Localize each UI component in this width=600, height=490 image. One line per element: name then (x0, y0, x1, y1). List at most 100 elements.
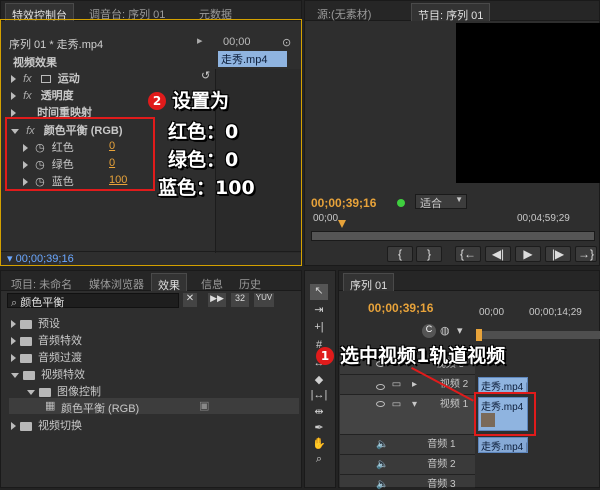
speaker-icon[interactable]: 🔈 (376, 459, 388, 470)
timeline-playhead-icon[interactable] (476, 329, 482, 341)
effect-color-balance-label: 颜色平衡 (RGB) (43, 125, 123, 137)
effect-time-remap[interactable]: 时间重映射 (11, 104, 92, 120)
expand-icon[interactable]: ▸ (412, 379, 417, 390)
effect-color-balance[interactable]: fx 颜色平衡 (RGB) (11, 122, 123, 138)
fx-icon: fx (26, 125, 35, 137)
clip-video1[interactable]: 走秀.mp4 (478, 397, 528, 431)
expand-icon[interactable] (11, 109, 16, 118)
mark-in-button[interactable]: { (387, 246, 413, 262)
tree-image-control[interactable]: 图像控制 (27, 383, 101, 399)
go-to-out-button[interactable]: →} (575, 246, 597, 262)
tab-sequence[interactable]: 序列 01 (343, 273, 395, 292)
expand-icon[interactable] (11, 422, 16, 431)
fit-dropdown-value: 适合 (420, 198, 442, 210)
selection-tool-icon[interactable]: ↖ (310, 284, 328, 300)
stopwatch-icon[interactable]: ◷ (35, 176, 45, 188)
monitor-playhead-icon[interactable] (338, 220, 346, 228)
zoom-tool-icon[interactable]: ⌕ (310, 453, 328, 469)
monitor-scrubber[interactable] (311, 231, 595, 241)
fit-dropdown[interactable]: 适合 ▼ (415, 194, 467, 210)
go-to-in-button[interactable]: {← (455, 246, 481, 262)
reset-icon[interactable]: ↺ (201, 69, 210, 82)
tab-media-browser[interactable]: 媒体浏览器 (83, 273, 150, 291)
step2-green-line: 绿色：0 (168, 149, 239, 171)
slip-tool-icon[interactable]: |↔| (310, 389, 328, 405)
stopwatch-icon[interactable]: ◷ (35, 159, 45, 171)
marker-icon[interactable]: ◍ (440, 324, 450, 337)
monitor-ruler-start: 00;00 (313, 213, 339, 224)
step-forward-button[interactable]: |▶ (545, 246, 571, 262)
mini-timeline-clip[interactable]: 走秀.mp4 (218, 51, 287, 67)
mark-out-button[interactable]: } (416, 246, 442, 262)
eye-icon[interactable] (376, 384, 385, 391)
expand-icon[interactable] (23, 161, 28, 170)
collapse-icon[interactable]: ▾ (412, 399, 417, 410)
clip-video2[interactable]: 走秀.mp4 [ (478, 377, 528, 393)
param-green[interactable]: ◷ 绿色 (23, 156, 74, 172)
accelerated-effects-icon[interactable]: ▶▶ (208, 293, 226, 307)
tab-program[interactable]: 节目: 序列 01 (411, 3, 491, 22)
tab-audio-mixer[interactable]: 调音台: 序列 01 (83, 3, 171, 21)
tree-video-effects-label: 视频特效 (41, 369, 85, 381)
step2-badge: 2 (148, 92, 166, 110)
play-button[interactable]: ▶ (515, 246, 541, 262)
panel-menu-icon[interactable]: ▸ (197, 34, 203, 47)
search-input[interactable]: 颜色平衡 (20, 297, 64, 309)
razor-tool-icon[interactable]: ◆ (310, 373, 328, 389)
program-monitor-panel: 源:(无素材) 节目: 序列 01 00;00;39;16 适合 ▼ 00;00… (304, 0, 600, 266)
param-green-value[interactable]: 0 (109, 157, 115, 169)
collapse-icon[interactable] (27, 389, 35, 395)
folder-icon (39, 387, 51, 397)
expand-icon[interactable] (11, 337, 16, 346)
tab-history[interactable]: 历史 (233, 273, 267, 291)
search-field[interactable]: ⌕ 颜色平衡 (7, 293, 179, 309)
hand-tool-icon[interactable]: ✋ (310, 437, 328, 453)
step2-annotation: 2 设置为 (148, 86, 229, 113)
track-select-tool-icon[interactable]: ⇥ (310, 303, 328, 319)
slide-tool-icon[interactable]: ⇹ (310, 405, 328, 421)
stopwatch-icon[interactable]: ◷ (35, 142, 45, 154)
clear-search-icon[interactable]: ✕ (183, 293, 197, 307)
tree-color-balance[interactable]: ▦ 颜色平衡 (RGB) ▣ (9, 398, 299, 415)
snap-icon[interactable]: C (422, 324, 436, 338)
collapse-icon[interactable] (11, 128, 19, 134)
tab-metadata[interactable]: 元数据 (193, 3, 238, 21)
32bit-effects-icon[interactable]: 32 (231, 293, 249, 307)
expand-icon[interactable] (11, 320, 16, 329)
pen-tool-icon[interactable]: ✒ (310, 421, 328, 437)
tree-image-control-label: 图像控制 (57, 386, 101, 398)
tree-video-effects[interactable]: 视频特效 (11, 366, 85, 382)
expand-icon[interactable] (23, 178, 28, 187)
param-red-value[interactable]: 0 (109, 140, 115, 152)
tree-presets[interactable]: 预设 (11, 315, 60, 331)
tab-effect-controls[interactable]: 特效控制台 (5, 3, 74, 22)
tree-audio-effects[interactable]: 音频特效 (11, 332, 82, 348)
tree-audio-transitions[interactable]: 音频过渡 (11, 349, 82, 365)
tree-video-transitions[interactable]: 视频切换 (11, 417, 82, 433)
step-back-button[interactable]: ◀| (485, 246, 511, 262)
speaker-icon[interactable]: 🔈 (376, 479, 388, 490)
effect-motion[interactable]: fx 运动 (11, 70, 80, 86)
effect-opacity[interactable]: fx 透明度 (11, 87, 74, 103)
ripple-edit-tool-icon[interactable]: +| (310, 321, 328, 337)
collapse-icon[interactable] (11, 372, 19, 378)
expand-icon[interactable] (11, 75, 16, 84)
param-red[interactable]: ◷ 红色 (23, 139, 74, 155)
yuv-effects-icon[interactable]: YUV (254, 293, 274, 307)
speaker-icon[interactable]: 🔈 (376, 439, 388, 450)
clip-audio1[interactable]: 走秀.mp4 [ (478, 437, 528, 453)
tab-effects[interactable]: 效果 (151, 273, 187, 292)
param-blue-value[interactable]: 100 (109, 174, 127, 186)
tab-project[interactable]: 项目: 未命名 (5, 273, 78, 291)
expand-icon[interactable] (23, 144, 28, 153)
expand-icon[interactable] (11, 92, 16, 101)
tab-info[interactable]: 信息 (195, 273, 229, 291)
timeline-timecode: 00;00;39;16 (368, 301, 434, 315)
tab-source[interactable]: 源:(无素材) (311, 3, 377, 21)
program-video-frame (456, 23, 600, 183)
keyframe-icon[interactable]: ▾ (457, 324, 463, 337)
param-blue[interactable]: ◷ 蓝色 (23, 173, 74, 189)
eye-icon[interactable] (376, 401, 385, 408)
work-area-bar[interactable] (477, 331, 600, 339)
expand-icon[interactable] (11, 354, 16, 363)
